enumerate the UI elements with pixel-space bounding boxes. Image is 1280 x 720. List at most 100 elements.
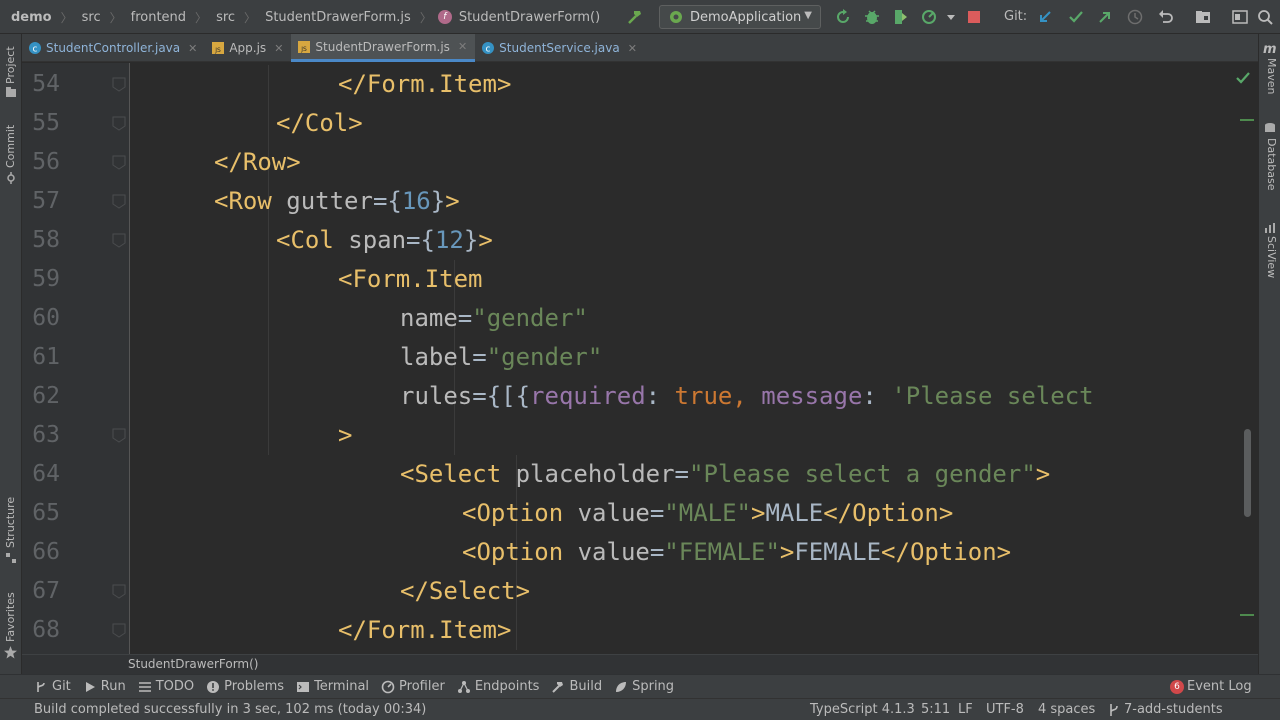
svg-text:JS: JS — [215, 47, 222, 54]
code-line[interactable]: 55 </Col> — [22, 104, 1258, 143]
breadcrumb-separator: 〉 — [195, 10, 208, 25]
tool-window-bar: Git Run TODO Problems Terminal Profiler … — [0, 674, 1280, 698]
rerun-icon[interactable] — [832, 6, 854, 28]
code-text: </Form.Item> — [338, 611, 511, 650]
code-line[interactable]: 60 name="gender" — [22, 299, 1258, 338]
code-line[interactable]: 66 <Option value="FEMALE">FEMALE</Option> — [22, 533, 1258, 572]
run-with-coverage-icon[interactable] — [890, 6, 912, 28]
tool-window-spring[interactable]: Spring — [614, 679, 674, 694]
git-commit-check-icon[interactable] — [1065, 6, 1087, 28]
close-icon[interactable]: ✕ — [628, 42, 637, 55]
code-line[interactable]: 64 <Select placeholder="Please select a g… — [22, 455, 1258, 494]
stop-icon[interactable] — [963, 6, 985, 28]
history-clock-icon[interactable] — [1124, 6, 1146, 28]
breadcrumb-function[interactable]: StudentDrawerForm() — [456, 10, 603, 25]
fold-marker-icon[interactable] — [112, 194, 126, 209]
caret-position[interactable]: 5:11 — [921, 702, 950, 717]
tool-tab-commit[interactable]: Commit — [4, 125, 17, 168]
indent-setting[interactable]: 4 spaces — [1038, 702, 1095, 717]
search-everywhere-icon[interactable] — [1254, 6, 1276, 28]
git-branch-widget[interactable]: 7-add-students — [1124, 702, 1223, 717]
code-token: <Option — [462, 538, 578, 566]
run-configuration-select[interactable]: DemoApplication ▼ — [659, 5, 821, 29]
fold-marker-icon[interactable] — [112, 155, 126, 170]
fold-marker-icon[interactable] — [112, 623, 126, 638]
fold-marker-icon[interactable] — [112, 116, 126, 131]
tool-window-label: Run — [100, 679, 126, 694]
profiler-run-icon[interactable] — [918, 6, 940, 28]
breadcrumb-project[interactable]: demo — [8, 10, 55, 25]
code-token: </Col> — [276, 109, 363, 137]
code-line[interactable]: 63 > — [22, 416, 1258, 455]
code-line[interactable]: 56 </Row> — [22, 143, 1258, 182]
close-icon[interactable]: ✕ — [274, 42, 283, 55]
right-tool-stripe: m Maven Database SciView — [1258, 34, 1280, 674]
fold-marker-icon[interactable] — [112, 77, 126, 92]
status-message[interactable]: Build completed successfully in 3 sec, 1… — [34, 702, 426, 717]
code-token: span — [348, 226, 407, 254]
close-icon[interactable]: ✕ — [458, 40, 467, 53]
code-token: = — [649, 538, 665, 566]
tool-window-git[interactable]: Git — [34, 679, 71, 694]
fold-marker-icon[interactable] — [112, 584, 126, 599]
folder-icon — [6, 87, 16, 97]
tab-label: StudentDrawerForm.js — [315, 39, 450, 54]
tool-tab-favorites[interactable]: Favorites — [4, 592, 17, 642]
code-line[interactable]: 61 label="gender" — [22, 338, 1258, 377]
rollback-icon[interactable] — [1155, 6, 1177, 28]
code-token: 12 — [434, 226, 464, 254]
inspection-ok-check-icon[interactable] — [1235, 70, 1251, 86]
build-hammer-icon[interactable] — [624, 6, 646, 28]
tool-window-problems[interactable]: Problems — [206, 679, 284, 694]
tool-tab-sciview[interactable]: SciView — [1265, 236, 1278, 278]
more-run-options-icon[interactable] — [940, 6, 962, 28]
code-line[interactable]: 62 rules={[{required: true, message: 'Ple… — [22, 377, 1258, 416]
change-marker[interactable] — [1240, 614, 1254, 616]
breadcrumb-src[interactable]: src — [79, 10, 104, 25]
file-encoding[interactable]: UTF-8 — [986, 702, 1024, 717]
breadcrumb-frontend[interactable]: frontend — [128, 10, 189, 25]
tool-window-run[interactable]: Run — [83, 679, 126, 694]
code-line[interactable]: 54 </Form.Item> — [22, 65, 1258, 104]
fold-marker-icon[interactable] — [112, 233, 126, 248]
tool-tab-project[interactable]: Project — [4, 46, 17, 84]
close-icon[interactable]: ✕ — [188, 42, 197, 55]
tab-student-service[interactable]: c StudentService.java ✕ — [475, 34, 645, 62]
tool-window-build[interactable]: Build — [551, 679, 602, 694]
tool-tab-structure[interactable]: Structure — [4, 497, 17, 548]
tab-student-drawer-form[interactable]: JS StudentDrawerForm.js ✕ — [291, 34, 476, 62]
editor-breadcrumb-function[interactable]: StudentDrawerForm() — [128, 657, 259, 671]
change-marker[interactable] — [1240, 119, 1254, 121]
vertical-scrollbar[interactable] — [1244, 429, 1251, 517]
tool-tab-database[interactable]: Database — [1265, 138, 1278, 191]
tool-window-endpoints[interactable]: Endpoints — [457, 679, 539, 694]
breadcrumb-src-inner[interactable]: src — [213, 10, 238, 25]
tab-student-controller[interactable]: c StudentController.java ✕ — [22, 34, 205, 62]
breadcrumb-file[interactable]: StudentDrawerForm.js — [262, 10, 414, 25]
code-line[interactable]: 67 </Select> — [22, 572, 1258, 611]
code-line[interactable]: 57 <Row gutter={16}> — [22, 182, 1258, 221]
presentation-mode-icon[interactable] — [1229, 6, 1251, 28]
code-token: value — [577, 499, 650, 527]
tool-window-terminal[interactable]: Terminal — [296, 679, 369, 694]
code-line[interactable]: 65 <Option value="MALE">MALE</Option> — [22, 494, 1258, 533]
git-push-icon[interactable] — [1094, 6, 1116, 28]
line-separator[interactable]: LF — [958, 702, 973, 717]
code-token: <Col — [276, 226, 349, 254]
fold-marker-icon[interactable] — [112, 428, 126, 443]
project-structure-icon[interactable] — [1192, 6, 1214, 28]
tool-tab-maven[interactable]: Maven — [1265, 58, 1278, 94]
tool-window-todo[interactable]: TODO — [138, 679, 194, 694]
code-line[interactable]: 58 <Col span={12}> — [22, 221, 1258, 260]
debug-bug-icon[interactable] — [861, 6, 883, 28]
code-editor[interactable]: 54 </Form.Item> 55 </Col> 56 </Row> 57 <Row gut… — [22, 63, 1258, 654]
language-service-indicator[interactable]: TypeScript 4.1.3 — [810, 702, 915, 717]
tool-window-profiler[interactable]: Profiler — [381, 679, 445, 694]
code-token: placeholder — [515, 460, 675, 488]
tab-app-js[interactable]: JS App.js ✕ — [205, 34, 291, 62]
git-update-icon[interactable] — [1034, 6, 1056, 28]
code-token: <Form.Item — [338, 265, 483, 293]
code-line[interactable]: 68 </Form.Item> — [22, 611, 1258, 650]
event-log-button[interactable]: 6 Event Log — [1170, 679, 1252, 694]
code-line[interactable]: 59 <Form.Item — [22, 260, 1258, 299]
